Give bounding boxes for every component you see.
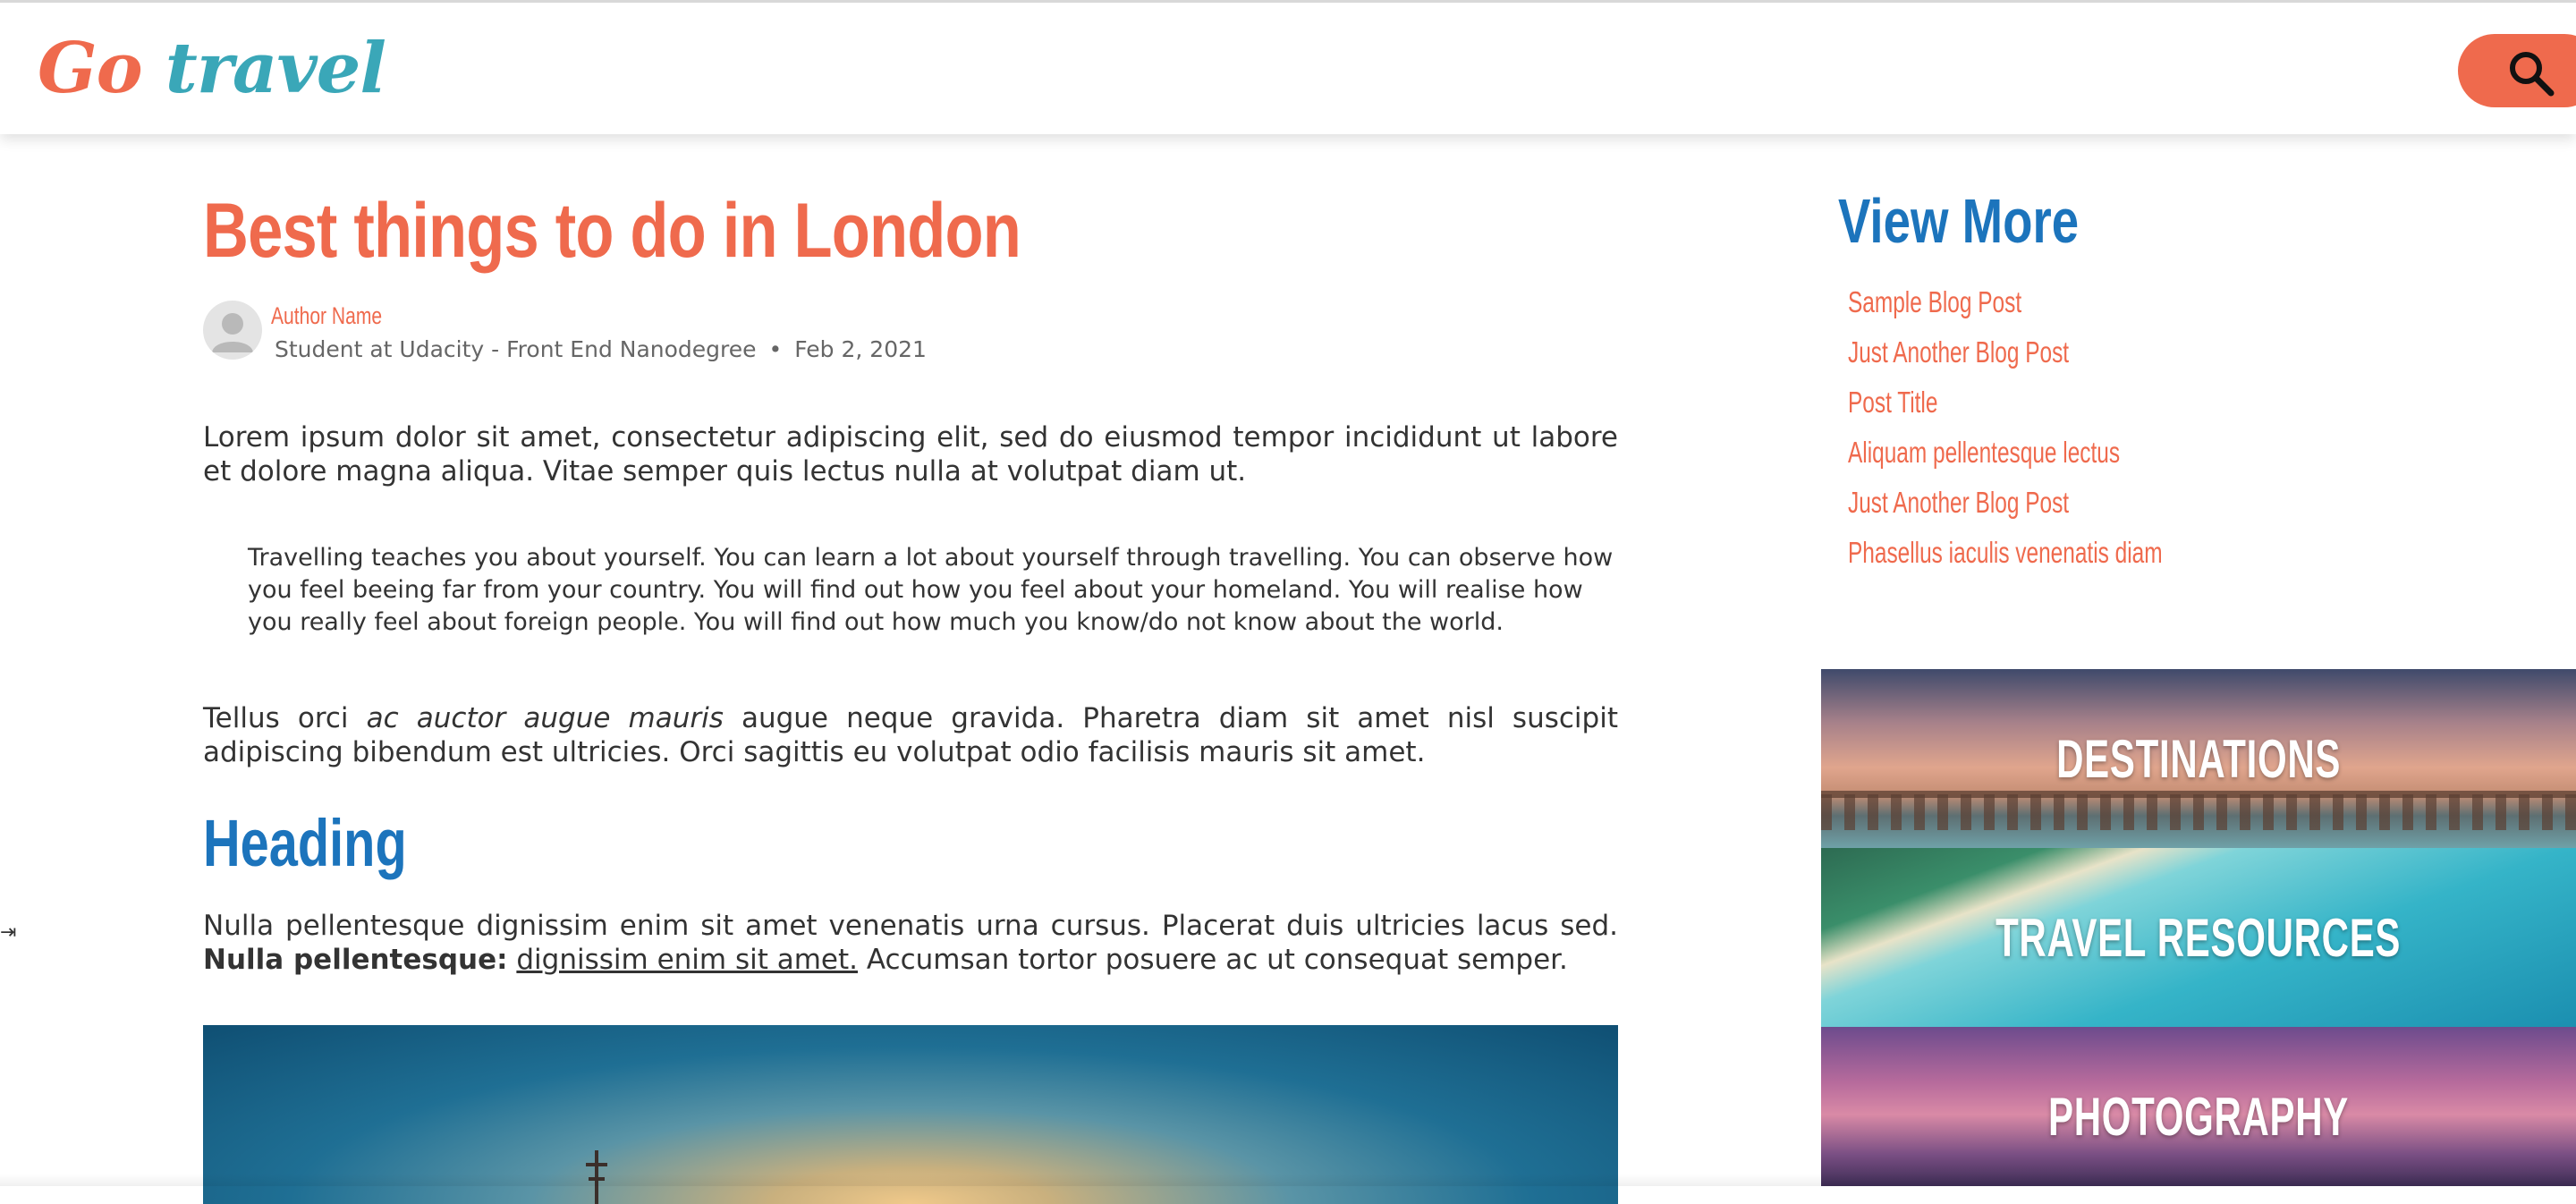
post-title: Best things to do in London	[203, 188, 1021, 274]
author-avatar	[203, 301, 262, 360]
author-role: Student at Udacity - Front End Nanodegre…	[275, 336, 757, 362]
sidebar-link[interactable]: Phasellus iaculis venenatis diam	[1848, 535, 2163, 585]
p3-link[interactable]: dignissim enim sit amet.	[516, 944, 858, 976]
p2-emphasis: ac auctor augue mauris	[366, 702, 724, 734]
category-tile-photography[interactable]: PHOTOGRAPHY	[1821, 1027, 2576, 1186]
author-name[interactable]: Author Name	[271, 302, 382, 330]
sidebar-title: View More	[1838, 186, 2080, 256]
paragraph-two: Tellus orci ac auctor augue mauris augue…	[203, 701, 1618, 769]
sidebar-links: Sample Blog Post Just Another Blog Post …	[1848, 284, 2273, 585]
paragraph-three: Nulla pellentesque dignissim enim sit am…	[203, 909, 1618, 977]
post-date: Feb 2, 2021	[794, 336, 927, 362]
sidebar-link[interactable]: Sample Blog Post	[1848, 284, 2163, 335]
p3-bold: Nulla pellentesque:	[203, 944, 508, 976]
resize-handle-icon[interactable]: ⇥	[0, 921, 16, 944]
sidebar-link[interactable]: Post Title	[1848, 385, 2163, 435]
tile-label-wrap: PHOTOGRAPHY	[1821, 1027, 2576, 1186]
site-header: Go travel	[0, 0, 2576, 134]
blockquote: Travelling teaches you about yourself. Y…	[248, 544, 1614, 636]
search-icon	[2510, 52, 2555, 97]
sidebar-link[interactable]: Aliquam pellentesque lectus	[1848, 435, 2163, 485]
tile-label: PHOTOGRAPHY	[2048, 1086, 2349, 1147]
p3-space	[508, 944, 517, 976]
p3-text-end: Accumsan tortor posuere ac ut consequat …	[858, 944, 1568, 976]
sidebar-link[interactable]: Just Another Blog Post	[1848, 335, 2163, 385]
search-button[interactable]	[2458, 34, 2576, 107]
section-heading: Heading	[203, 806, 407, 880]
tile-label: TRAVEL RESOURCES	[1996, 907, 2402, 968]
author-meta: Student at Udacity - Front End Nanodegre…	[275, 336, 927, 362]
category-tile-destinations[interactable]: DESTINATIONS	[1821, 669, 2576, 848]
user-icon	[212, 313, 253, 352]
p3-text-start: Nulla pellentesque dignissim enim sit am…	[203, 910, 1618, 942]
logo-travel: travel	[165, 28, 386, 109]
viewport-edge-shadow	[0, 1174, 2576, 1186]
tile-label: DESTINATIONS	[2056, 728, 2341, 789]
category-tile-travel-resources[interactable]: TRAVEL RESOURCES	[1821, 848, 2576, 1027]
tile-label-wrap: DESTINATIONS	[1821, 669, 2576, 848]
tile-label-wrap: TRAVEL RESOURCES	[1821, 848, 2576, 1027]
meta-separator: •	[768, 336, 783, 362]
site-logo[interactable]: Go travel	[38, 26, 386, 112]
p2-text-start: Tellus orci	[203, 702, 367, 734]
sidebar-link[interactable]: Just Another Blog Post	[1848, 485, 2163, 535]
paragraph-intro: Lorem ipsum dolor sit amet, consectetur …	[203, 421, 1618, 488]
logo-go: Go	[38, 28, 143, 109]
